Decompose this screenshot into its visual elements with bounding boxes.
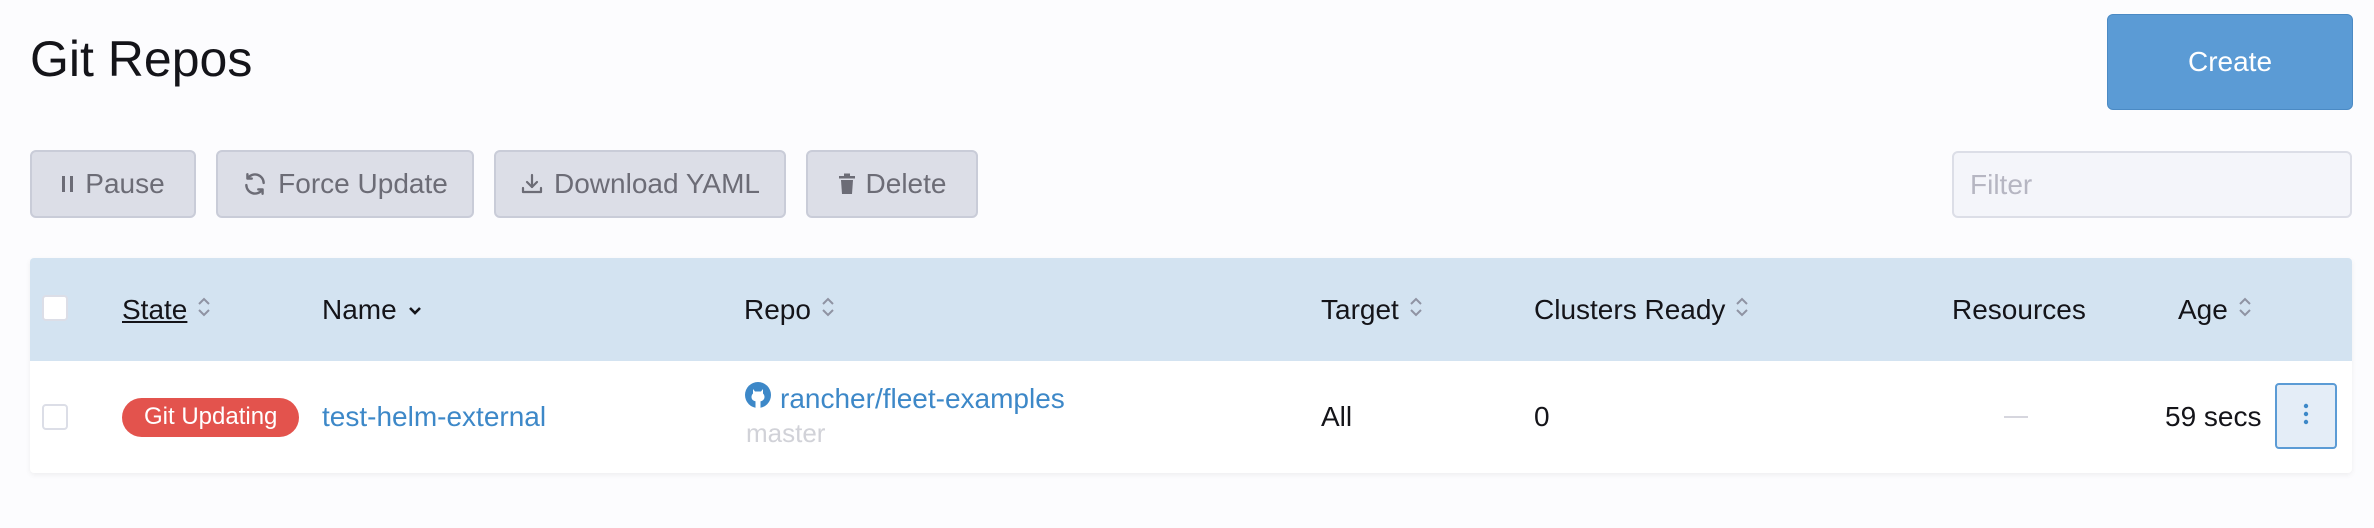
select-all-checkbox[interactable] (42, 295, 68, 321)
page-title: Git Repos (30, 31, 253, 87)
column-header-repo-label: Repo (744, 293, 811, 325)
repo-link-text: rancher/fleet-examples (780, 382, 1065, 414)
delete-label: Delete (865, 168, 947, 199)
sort-icon (197, 294, 211, 326)
sort-icon (2238, 294, 2252, 326)
download-icon (520, 172, 544, 196)
download-yaml-label: Download YAML (554, 168, 760, 199)
column-header-age-label: Age (2178, 293, 2228, 325)
vertical-dots-icon (2303, 402, 2309, 431)
pause-button[interactable]: Pause (30, 150, 196, 218)
column-header-resources: Resources (1952, 258, 2086, 361)
name-cell: test-helm-external (322, 361, 546, 473)
age-cell: 59 secs (2165, 361, 2262, 473)
row-checkbox[interactable] (42, 404, 68, 430)
sort-icon (1735, 294, 1749, 326)
delete-button[interactable]: Delete (806, 150, 978, 218)
refresh-icon (242, 171, 268, 197)
table-row: Git Updating test-helm-external rancher/… (30, 361, 2352, 473)
sort-icon (821, 294, 835, 326)
column-header-name[interactable]: Name (322, 258, 423, 361)
sort-descending-icon (407, 294, 423, 326)
state-cell: Git Updating (122, 361, 300, 473)
column-header-clusters-ready-label: Clusters Ready (1534, 293, 1726, 325)
pause-label: Pause (85, 168, 165, 199)
pause-icon (61, 175, 75, 193)
column-header-resources-label: Resources (1952, 293, 2086, 325)
target-cell: All (1321, 361, 1352, 473)
filter-input[interactable] (1952, 151, 2352, 218)
status-badge: Git Updating (122, 397, 300, 437)
column-header-state-label: State (122, 293, 188, 325)
clusters-ready-cell: 0 (1534, 361, 1550, 473)
column-header-age[interactable]: Age (2178, 258, 2252, 361)
force-update-label: Force Update (278, 168, 448, 199)
sort-icon (1409, 294, 1423, 326)
git-repos-table: State Name Repo Target Clusters Ready Re… (30, 258, 2352, 473)
resources-cell (2004, 361, 2028, 473)
column-header-target[interactable]: Target (1321, 258, 1423, 361)
column-header-repo[interactable]: Repo (744, 258, 835, 361)
column-header-name-label: Name (322, 293, 397, 325)
table-header: State Name Repo Target Clusters Ready Re… (30, 258, 2352, 361)
clusters-ready-value: 0 (1534, 401, 1550, 432)
target-value: All (1321, 401, 1353, 432)
column-header-clusters-ready[interactable]: Clusters Ready (1534, 258, 1749, 361)
repo-name-link[interactable]: test-helm-external (322, 401, 546, 433)
column-header-state[interactable]: State (122, 258, 211, 361)
repo-link[interactable]: rancher/fleet-examples (744, 381, 1065, 416)
download-yaml-button[interactable]: Download YAML (494, 150, 786, 218)
row-actions-button[interactable] (2275, 383, 2337, 449)
repo-cell: rancher/fleet-examples master (744, 381, 1065, 449)
trash-icon (838, 173, 856, 195)
resources-empty-dash (2004, 416, 2028, 418)
github-icon (744, 381, 772, 416)
create-button[interactable]: Create (2107, 14, 2353, 110)
column-header-target-label: Target (1321, 293, 1399, 325)
repo-branch: master (746, 418, 826, 448)
age-value: 59 secs (2165, 401, 2262, 432)
force-update-button[interactable]: Force Update (216, 150, 474, 218)
